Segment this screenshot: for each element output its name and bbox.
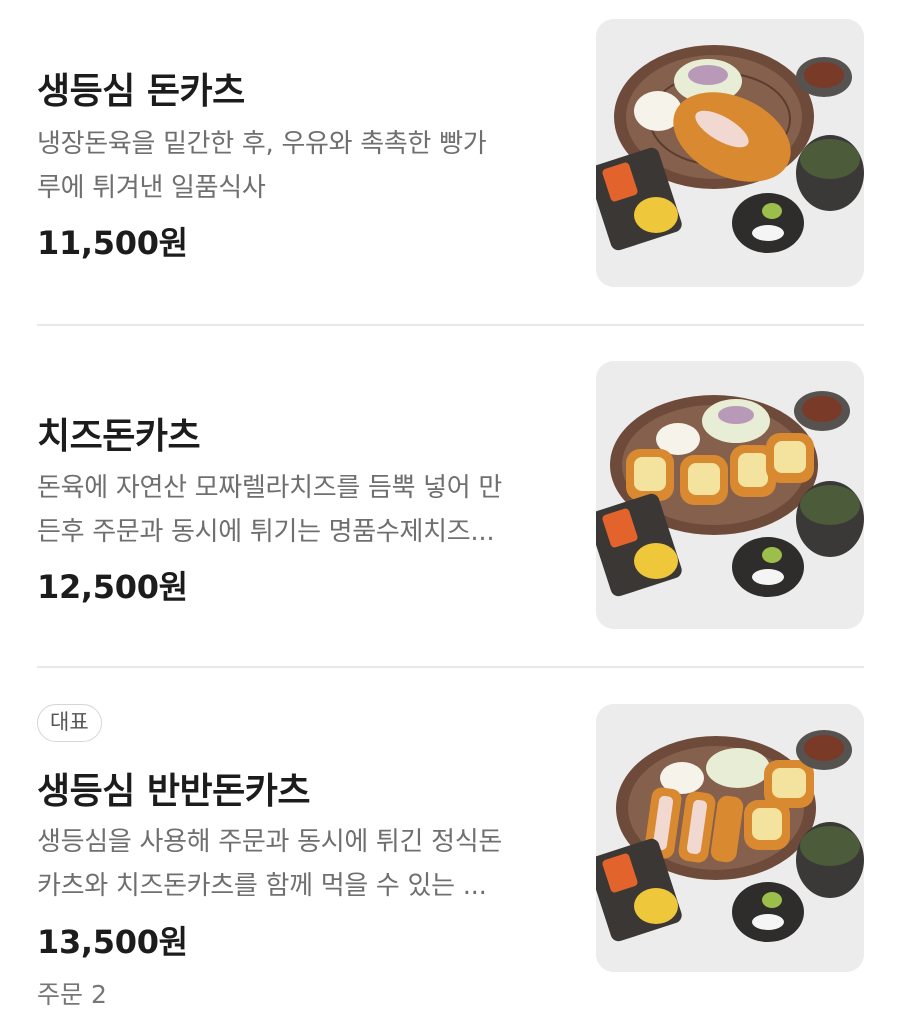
description-line: 냉장돈육을 밑간한 후, 우유와 촉촉한 빵가 [37,129,487,159]
menu-item-price: 13,500원 [37,923,188,961]
menu-item-pork-loin-cutlet[interactable]: 생등심 돈카츠 냉장돈육을 밑간한 후, 우유와 촉촉한 빵가 루에 튀겨낸 일… [0,0,900,325]
description-line: 든후 주문과 동시에 튀기는 명품수제치즈... [37,517,495,547]
description-line: 돈육에 자연산 모짜렐라치즈를 듬뿍 넣어 만 [37,473,502,503]
description-line: 루에 튀겨낸 일품식사 [37,173,266,203]
menu-item-title: 생등심 돈카츠 [37,71,245,112]
menu-item-title: 치즈돈카츠 [37,416,201,457]
menu-item-cheese-cutlet[interactable]: 치즈돈카츠 돈육에 자연산 모짜렐라치즈를 듬뿍 넣어 만 든후 주문과 동시에… [0,325,900,667]
half-half-cutlet-set-photo [596,704,864,972]
menu-item-description: 생등심을 사용해 주문과 동시에 튀긴 정식돈 카츠와 치즈돈카츠를 함께 먹을… [37,820,557,908]
signature-badge: 대표 [37,704,102,742]
cheese-cutlet-set-photo [596,361,864,629]
menu-item-price: 11,500원 [37,224,188,262]
pork-cutlet-set-photo [596,19,864,287]
menu-item-description: 돈육에 자연산 모짜렐라치즈를 듬뿍 넣어 만 든후 주문과 동시에 튀기는 명… [37,466,557,554]
menu-item-title: 생등심 반반돈카츠 [37,771,311,812]
menu-item-half-half-cutlet[interactable]: 대표 생등심 반반돈카츠 생등심을 사용해 주문과 동시에 튀긴 정식돈 카츠와… [0,667,900,1026]
order-count: 주문 2 [37,980,107,1009]
menu-item-price: 12,500원 [37,568,188,606]
menu-item-description: 냉장돈육을 밑간한 후, 우유와 촉촉한 빵가 루에 튀겨낸 일품식사 [37,122,557,210]
description-line: 생등심을 사용해 주문과 동시에 튀긴 정식돈 [37,827,502,857]
description-line: 카츠와 치즈돈카츠를 함께 먹을 수 있는 ... [37,871,487,901]
